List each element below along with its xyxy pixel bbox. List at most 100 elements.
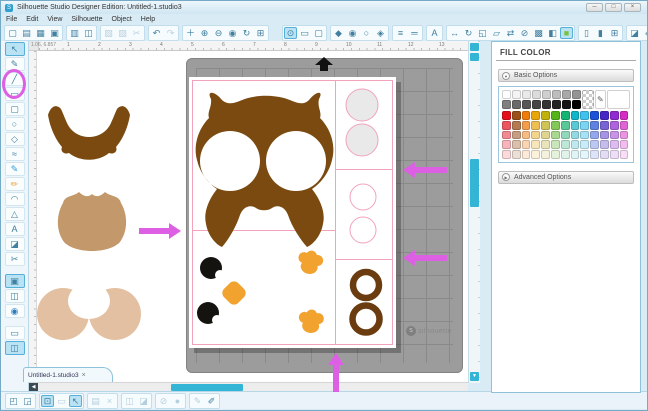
color-swatch[interactable] xyxy=(590,131,599,140)
design-page-settings-button[interactable]: ▢ xyxy=(312,27,325,39)
color-swatch[interactable] xyxy=(541,150,550,159)
color-swatch[interactable] xyxy=(502,131,511,140)
color-swatch[interactable] xyxy=(512,150,521,159)
weld-button[interactable]: ⊘ xyxy=(157,395,170,407)
color-swatch[interactable] xyxy=(512,140,521,149)
capture-tool-button[interactable]: ✐ xyxy=(642,27,648,39)
color-swatch[interactable] xyxy=(590,111,599,120)
color-swatch[interactable] xyxy=(502,150,511,159)
rounded-rectangle-tool-button[interactable]: ▢ xyxy=(5,102,25,116)
color-swatch[interactable] xyxy=(551,111,560,120)
color-swatch[interactable] xyxy=(502,121,511,130)
arc-tool-button[interactable]: ◠ xyxy=(5,192,25,206)
color-swatch[interactable] xyxy=(580,150,589,159)
color-swatch[interactable] xyxy=(590,121,599,130)
knife-tool-button[interactable]: ✂ xyxy=(5,252,25,266)
color-swatch[interactable] xyxy=(620,131,629,140)
menu-item-edit[interactable]: Edit xyxy=(26,16,38,23)
menu-item-view[interactable]: View xyxy=(47,16,62,23)
eye-backing-circles[interactable] xyxy=(350,184,376,243)
menu-item-silhouette[interactable]: Silhouette xyxy=(71,16,102,23)
cut-button[interactable]: ✂ xyxy=(130,27,143,39)
design-view-button[interactable]: ▣ xyxy=(5,274,25,288)
color-swatch[interactable] xyxy=(610,140,619,149)
color-swatch[interactable] xyxy=(562,90,571,99)
color-swatch[interactable] xyxy=(502,90,511,99)
attach-tool-button[interactable]: ✐ xyxy=(205,395,218,407)
color-swatch[interactable] xyxy=(600,140,609,149)
no-fill-swatch[interactable] xyxy=(607,90,630,109)
convert-to-path-button[interactable]: ◆ xyxy=(332,27,345,39)
ellipse-tool-button[interactable]: ○ xyxy=(5,117,25,131)
color-swatch[interactable] xyxy=(580,131,589,140)
single-window-view-button[interactable]: ▭ xyxy=(5,326,25,340)
paste-button[interactable]: ▨ xyxy=(116,27,129,39)
trace-button[interactable]: ▩ xyxy=(532,27,545,39)
undo-button[interactable]: ↶ xyxy=(150,27,163,39)
scale-button[interactable]: ◱ xyxy=(476,27,489,39)
color-swatch[interactable] xyxy=(571,131,580,140)
color-swatch[interactable] xyxy=(561,121,570,130)
text-style-button[interactable]: A xyxy=(428,27,441,39)
color-swatch[interactable] xyxy=(502,140,511,149)
owl-head-shape[interactable] xyxy=(196,93,334,247)
library-view-button[interactable]: ◉ xyxy=(5,304,25,318)
owl-body-shape[interactable] xyxy=(58,192,126,251)
transparent-swatch[interactable] xyxy=(582,90,594,109)
owl-collar-shape[interactable] xyxy=(48,106,130,160)
owl-wings-shape[interactable] xyxy=(37,283,141,340)
color-swatch[interactable] xyxy=(600,150,609,159)
color-swatch[interactable] xyxy=(551,150,560,159)
color-swatch[interactable] xyxy=(610,150,619,159)
shear-button[interactable]: ▱ xyxy=(490,27,503,39)
grid-settings-button[interactable]: ⊞ xyxy=(608,27,621,39)
color-swatch[interactable] xyxy=(522,90,531,99)
rotate-button[interactable]: ↻ xyxy=(462,27,475,39)
transform-button[interactable]: ↔ xyxy=(448,27,461,39)
eraser-tool-button[interactable]: ◪ xyxy=(5,237,25,251)
color-swatch[interactable] xyxy=(571,111,580,120)
color-swatch[interactable] xyxy=(571,121,580,130)
color-swatch[interactable] xyxy=(502,100,511,109)
scale-settings-button[interactable]: ◲ xyxy=(21,395,34,407)
edit-tool-button[interactable]: ✎ xyxy=(191,395,204,407)
scroll-left-button[interactable]: ◀ xyxy=(29,383,38,391)
fill-tool-button[interactable]: ● xyxy=(171,395,184,407)
color-swatch[interactable] xyxy=(610,111,619,120)
resize-drawing-area-button[interactable]: ◰ xyxy=(7,395,20,407)
scroll-marker-2[interactable] xyxy=(470,53,479,61)
color-swatch[interactable] xyxy=(512,121,521,130)
color-swatch[interactable] xyxy=(512,100,521,109)
color-swatch[interactable] xyxy=(580,111,589,120)
cut-settings-button[interactable]: ▯ xyxy=(580,27,593,39)
print-button[interactable]: ▥ xyxy=(68,27,81,39)
save-button[interactable]: ▦ xyxy=(34,27,47,39)
cut-preview-button[interactable]: ▮ xyxy=(594,27,607,39)
save-as-button[interactable]: ▣ xyxy=(48,27,61,39)
curve-tool-button[interactable]: ≈ xyxy=(5,147,25,161)
select-tool-button[interactable]: ↖ xyxy=(5,42,25,56)
vertical-scrollbar[interactable]: ▼ xyxy=(468,41,480,383)
copy-button[interactable]: ▧ xyxy=(102,27,115,39)
store-view-button[interactable]: ◫ xyxy=(5,289,25,303)
fit-to-page-button[interactable]: ⊞ xyxy=(254,27,267,39)
color-swatch[interactable] xyxy=(531,131,540,140)
color-swatch[interactable] xyxy=(551,121,560,130)
edit-points-tool-button[interactable]: ✎ xyxy=(5,57,25,71)
color-swatch[interactable] xyxy=(531,121,540,130)
color-swatch[interactable] xyxy=(600,121,609,130)
eye-pupil-shapes[interactable] xyxy=(197,257,225,325)
color-swatch[interactable] xyxy=(590,140,599,149)
color-swatch[interactable] xyxy=(522,111,531,120)
color-swatch[interactable] xyxy=(522,150,531,159)
color-swatch[interactable] xyxy=(541,111,550,120)
pan-button[interactable]: ＋ xyxy=(184,27,197,39)
color-swatch[interactable] xyxy=(502,111,511,120)
menu-item-object[interactable]: Object xyxy=(112,16,132,23)
color-swatch[interactable] xyxy=(620,121,629,130)
send-to-silhouette-button[interactable]: ◫ xyxy=(82,27,95,39)
minimize-button[interactable]: ─ xyxy=(586,3,603,12)
color-swatch[interactable] xyxy=(590,150,599,159)
color-swatch[interactable] xyxy=(571,140,580,149)
color-swatch[interactable] xyxy=(512,111,521,120)
